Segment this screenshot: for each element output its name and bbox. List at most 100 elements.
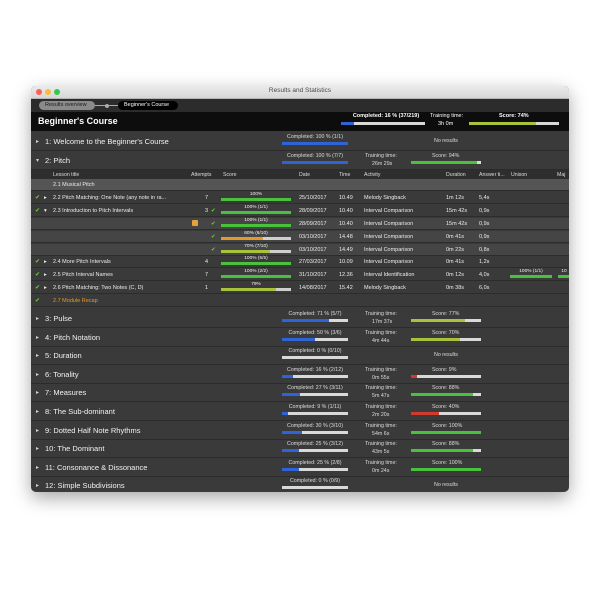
chevron-right-icon[interactable]: ▸ — [36, 464, 39, 471]
lesson-row[interactable]: ✔ 2.7 Module Recap — [31, 295, 569, 308]
chevron-right-icon[interactable]: ▸ — [44, 259, 47, 265]
chapter-completed-bar — [282, 467, 348, 471]
chevron-right-icon[interactable]: ▸ — [36, 408, 39, 415]
lesson-answer: 4,0s — [479, 272, 490, 279]
table-header-7[interactable]: Duration — [446, 172, 466, 178]
chapter-score-bar-fill — [411, 430, 481, 434]
check-icon: ✔ — [35, 194, 41, 201]
chapter-completed-bar — [282, 486, 348, 490]
attempt-row[interactable]: ✔ 70% (7/10) 03/10/2017 14.49 Interval Compa… — [31, 243, 569, 256]
chevron-right-icon[interactable]: ▸ — [36, 445, 39, 452]
chapter-training-value: 0m 55s — [372, 374, 390, 381]
chevron-right-icon[interactable]: ▸ — [36, 334, 39, 341]
chevron-right-icon[interactable]: ▸ — [36, 389, 39, 396]
chapter-row[interactable]: ▸ 10: The Dominant Completed: 25 % (3/12) T… — [31, 440, 569, 459]
table-header-6[interactable]: Activity — [364, 172, 380, 178]
chevron-right-icon[interactable]: ▸ — [36, 352, 39, 359]
score-bar-fill — [221, 236, 263, 240]
chapter-score-label: Score: 77% — [432, 311, 460, 317]
chapter-completed-label: Completed: 25 % (2/8) — [288, 459, 342, 466]
chapter-score-bar — [411, 337, 481, 341]
lesson-row[interactable]: ✔ ▸ 2.6 Pitch Matching: Two Notes (C, D) 1 7… — [31, 282, 569, 295]
lesson-row[interactable]: ✔ ▸ 2.5 Pitch Interval Names 7 100% (2/2) 31/… — [31, 269, 569, 282]
chapter-completed-bar-fill — [282, 161, 348, 164]
lesson-time: 14.48 — [339, 233, 353, 240]
table-header-3[interactable]: Score — [223, 172, 237, 178]
maj-score-label: 10 — [561, 269, 567, 275]
chapter-row[interactable]: ▸ 3: Pulse Completed: 71 % (5/7) Training t… — [31, 310, 569, 328]
attempt-row[interactable]: ✔ 100% (1/1) 28/09/2017 10.40 Interval Compa… — [31, 217, 569, 230]
chapter-row[interactable]: ▸ 5: Duration Completed: 0 % (0/10) No resu… — [31, 347, 569, 366]
lesson-time: 10.40 — [339, 220, 353, 227]
lesson-date: 25/10/2017 — [299, 194, 327, 201]
chapter-training-label: Training time: — [365, 153, 397, 159]
results-window: Results and Statistics Results overview … — [31, 86, 569, 492]
results-content: ▸ 1: Welcome to the Beginner's Course Comp… — [31, 131, 569, 492]
lesson-row[interactable]: ✔ ▾ 2.3 Introduction to Pitch Intervals 3 ✔ 1… — [31, 205, 569, 217]
chapter-row[interactable]: ▸ 7: Measures Completed: 27 % (3/11) Traini… — [31, 384, 569, 403]
chapter-completed-bar-fill — [282, 449, 299, 453]
lesson-time: 10.40 — [339, 207, 353, 214]
chapter-score-bar-fill — [411, 412, 439, 415]
chapter-completed-bar — [282, 374, 348, 378]
chapter-title: 10: The Dominant — [45, 444, 105, 454]
lesson-activity: Interval Comparison — [364, 246, 414, 253]
course-training-label: Training time: — [430, 113, 464, 119]
chapter-row[interactable]: ▸ 12: Simple Subdivisions Completed: 0 % (… — [31, 477, 569, 492]
score-bar-fill — [221, 262, 291, 266]
chapter-row[interactable]: ▾ 2: Pitch Completed: 100 % (7/7) Training … — [31, 152, 569, 170]
lesson-duration: 15m 42s — [446, 220, 468, 227]
table-header-10[interactable]: Maj — [557, 172, 565, 178]
chapter-completed-label: Completed: 27 % (3/11) — [287, 385, 343, 392]
attempt-row[interactable]: ✔ 60% (6/10) 03/10/2017 14.48 Interval Compa… — [31, 230, 569, 243]
breadcrumb-beginners-course[interactable]: Beginner's Course — [118, 101, 178, 110]
table-header-1[interactable]: Lesson title — [53, 172, 79, 178]
score-label: 79% — [251, 282, 261, 288]
chevron-right-icon[interactable]: ▸ — [44, 285, 47, 291]
chevron-right-icon[interactable]: ▸ — [44, 272, 47, 278]
table-header-2[interactable]: Attempts — [191, 172, 211, 178]
chevron-right-icon[interactable]: ▸ — [36, 371, 39, 378]
lesson-title: 2.5 Pitch Interval Names — [53, 272, 113, 279]
chapter-training-value: 5m 47s — [372, 393, 390, 400]
chapter-row[interactable]: ▸ 1: Welcome to the Beginner's Course Comp… — [31, 133, 569, 151]
breadcrumb-results-overview[interactable]: Results overview — [39, 101, 95, 110]
chapter-completed-bar-fill — [282, 142, 348, 145]
chevron-right-icon[interactable]: ▸ — [36, 138, 39, 145]
lesson-row[interactable]: ✔ ▸ 2.2 Pitch Matching: One Note (any note… — [31, 192, 569, 204]
chapter-row[interactable]: ▸ 8: The Sub-dominant Completed: 9 % (1/11… — [31, 403, 569, 421]
unison-score-label: 100% (1/1) — [519, 269, 543, 275]
check-icon: ✔ — [35, 259, 41, 266]
lesson-row[interactable]: 2.1 Musical Pitch — [31, 179, 569, 191]
chapter-training-value: 17m 37s — [372, 319, 393, 325]
lesson-attempts: 7 — [205, 194, 209, 201]
lesson-duration: 0m 22s — [446, 246, 465, 253]
breadcrumb: Results overview Beginner's Course — [31, 99, 569, 112]
breadcrumb-dot — [105, 103, 109, 108]
chapter-title: 4: Pitch Notation — [45, 332, 101, 342]
check-icon: ✔ — [211, 233, 216, 240]
lesson-activity: Interval Identification — [364, 272, 415, 279]
chevron-right-icon[interactable]: ▸ — [44, 195, 47, 201]
lesson-attempts: 4 — [205, 259, 209, 266]
chapter-row[interactable]: ▸ 6: Tonality Completed: 16 % (2/12) Traini… — [31, 366, 569, 384]
table-header-8[interactable]: Answer ti... — [479, 172, 505, 178]
table-header-4[interactable]: Date — [299, 172, 310, 178]
table-header-9[interactable]: Unison — [511, 172, 527, 178]
chevron-down-icon[interactable]: ▾ — [36, 157, 39, 164]
chevron-down-icon[interactable]: ▾ — [44, 208, 47, 214]
chapter-score-label: Score: 9% — [432, 366, 457, 373]
chapter-completed-bar-fill — [282, 374, 293, 378]
chapter-row[interactable]: ▸ 4: Pitch Notation Completed: 50 % (3/6) T… — [31, 329, 569, 347]
chapter-completed-bar-fill — [282, 430, 302, 434]
chevron-right-icon[interactable]: ▸ — [36, 315, 39, 322]
table-header-5[interactable]: Time — [339, 172, 350, 178]
chapter-row[interactable]: ▸ 11: Consonance & Dissonance Completed: 2… — [31, 459, 569, 477]
lesson-time: 10.49 — [339, 194, 353, 201]
lesson-time: 10.09 — [339, 259, 353, 266]
chevron-right-icon[interactable]: ▸ — [36, 482, 39, 489]
chapter-title: 9: Dotted Half Note Rhythms — [45, 425, 141, 435]
chevron-right-icon[interactable]: ▸ — [36, 427, 39, 434]
lesson-row[interactable]: ✔ ▸ 2.4 More Pitch Intervals 4 100% (5/5) 27/… — [31, 256, 569, 269]
chapter-row[interactable]: ▸ 9: Dotted Half Note Rhythms Completed: 3… — [31, 422, 569, 440]
